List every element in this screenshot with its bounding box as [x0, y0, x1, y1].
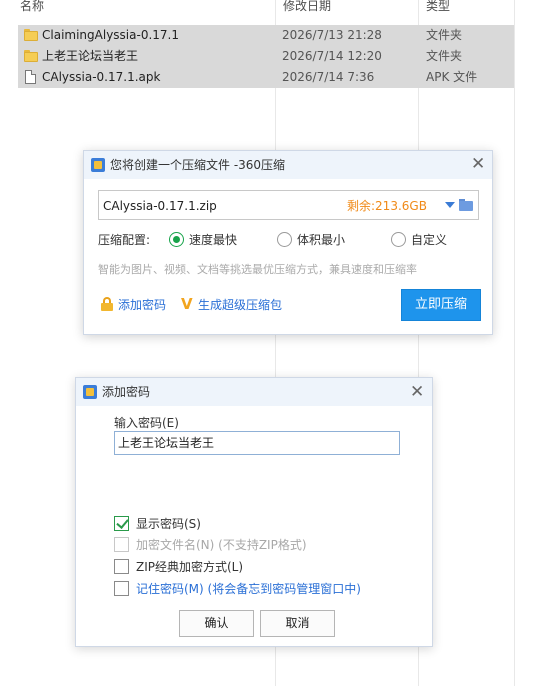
chevron-down-icon[interactable]	[445, 202, 455, 208]
password-input-label: 输入密码(E)	[114, 416, 179, 430]
file-name: ClaimingAlyssia-0.17.1	[42, 28, 179, 42]
file-type: APK 文件	[426, 70, 478, 84]
cancel-button[interactable]: 取消	[260, 610, 335, 637]
360zip-app-icon	[83, 385, 97, 399]
confirm-button[interactable]: 确认	[179, 610, 254, 637]
add-password-dialog: 添加密码 ✕ 输入密码(E) 上老王论坛当老王 显示密码(S) 加密文件名(N)…	[75, 377, 433, 647]
column-divider	[514, 0, 515, 686]
file-type: 文件夹	[426, 49, 463, 63]
compression-config-label: 压缩配置:	[98, 233, 151, 247]
file-date: 2026/7/14 12:20	[282, 49, 382, 63]
checkbox-label: 加密文件名(N) (不支持ZIP格式)	[136, 538, 307, 552]
radio-label: 速度最快	[189, 233, 238, 247]
file-row-folder-laowang[interactable]: 上老王论坛当老王 2026/7/14 12:20 文件夹	[18, 46, 514, 67]
archive-filename[interactable]: CAlyssia-0.17.1.zip	[103, 199, 217, 213]
checkbox-unchecked-icon	[114, 581, 129, 596]
compression-hint: 智能为图片、视频、文档等挑选最优压缩方式，兼具速度和压缩率	[98, 263, 417, 276]
add-password-label: 添加密码	[118, 298, 167, 312]
checkbox-label: ZIP经典加密方式(L)	[136, 560, 244, 574]
dialog-titlebar[interactable]: 添加密码 ✕	[76, 378, 432, 406]
password-input[interactable]: 上老王论坛当老王	[114, 431, 400, 455]
vip-v-icon: V	[181, 295, 193, 313]
radio-label: 自定义	[411, 233, 448, 247]
checkbox-checked-icon	[114, 516, 129, 531]
super-archive-label: 生成超级压缩包	[198, 298, 283, 312]
create-archive-dialog: 您将创建一个压缩文件 -360压缩 ✕ CAlyssia-0.17.1.zip …	[83, 150, 493, 335]
file-date: 2026/7/14 7:36	[282, 70, 375, 84]
compress-now-button[interactable]: 立即压缩	[401, 289, 481, 321]
dialog-title: 添加密码	[102, 385, 151, 399]
file-row-apk[interactable]: CAlyssia-0.17.1.apk 2026/7/14 7:36 APK 文…	[18, 67, 514, 88]
radio-unselected-icon	[277, 232, 292, 247]
archive-filename-field[interactable]: CAlyssia-0.17.1.zip 剩余:213.6GB	[98, 190, 479, 220]
360zip-app-icon	[91, 158, 105, 172]
file-icon	[25, 70, 36, 84]
disk-space-remaining: 剩余:213.6GB	[347, 199, 427, 213]
close-icon[interactable]: ✕	[410, 384, 424, 401]
column-header-type[interactable]: 类型	[426, 0, 450, 22]
checkbox-label: 显示密码(S)	[136, 517, 201, 531]
file-type: 文件夹	[426, 28, 463, 42]
dialog-titlebar[interactable]: 您将创建一个压缩文件 -360压缩 ✕	[84, 151, 492, 179]
column-header-name[interactable]: 名称	[20, 0, 44, 22]
checkbox-unchecked-icon	[114, 559, 129, 574]
folder-icon	[24, 29, 38, 41]
checkbox-label: 记住密码(M) (将会备忘到密码管理窗口中)	[136, 582, 361, 596]
radio-unselected-icon	[391, 232, 406, 247]
browse-folder-icon[interactable]	[459, 199, 473, 211]
checkbox-disabled-icon	[114, 537, 129, 552]
lock-icon	[100, 297, 114, 311]
file-name: 上老王论坛当老王	[42, 49, 139, 63]
radio-selected-icon	[169, 232, 184, 247]
file-name: CAlyssia-0.17.1.apk	[42, 70, 161, 84]
file-date: 2026/7/13 21:28	[282, 28, 382, 42]
column-header-date[interactable]: 修改日期	[283, 0, 331, 22]
radio-label: 体积最小	[297, 233, 346, 247]
file-row-folder-claiming[interactable]: ClaimingAlyssia-0.17.1 2026/7/13 21:28 文…	[18, 25, 514, 46]
close-icon[interactable]: ✕	[471, 156, 485, 173]
folder-icon	[24, 50, 38, 62]
dialog-title: 您将创建一个压缩文件 -360压缩	[110, 158, 286, 172]
